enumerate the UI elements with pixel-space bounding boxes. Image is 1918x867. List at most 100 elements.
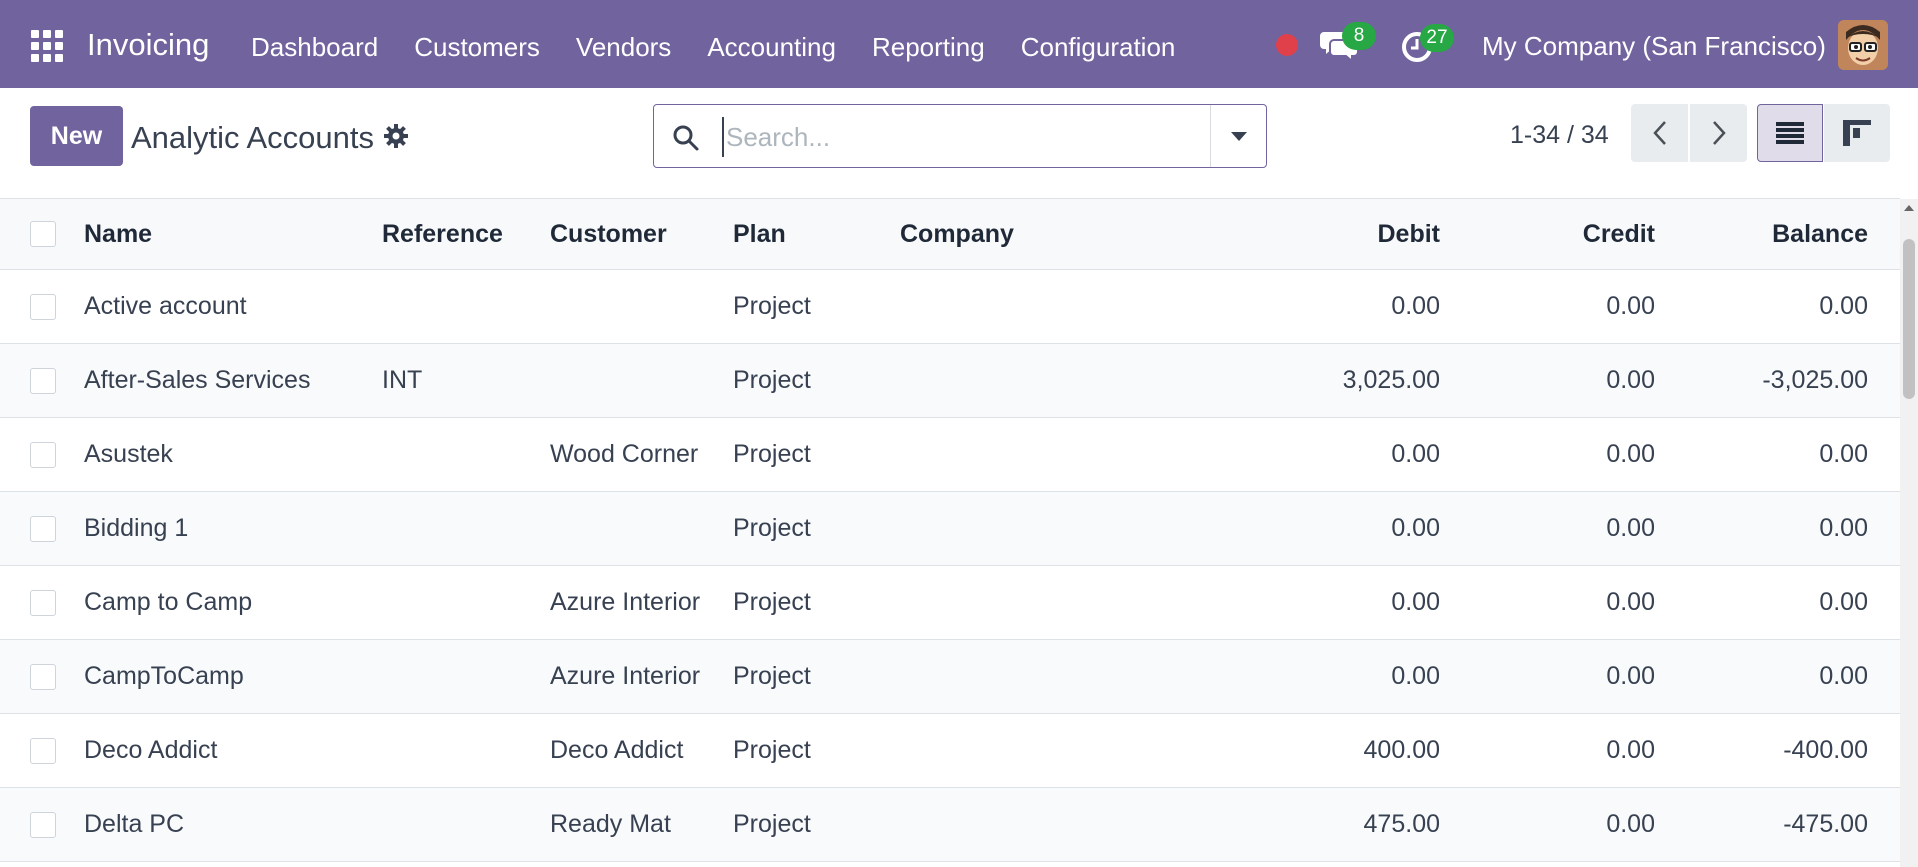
kanban-view-button[interactable] <box>1824 104 1890 162</box>
menu-accounting[interactable]: Accounting <box>707 32 836 63</box>
cell-credit: 0.00 <box>1606 736 1655 764</box>
pager-value[interactable]: 1-34 / 34 <box>1510 121 1609 150</box>
search-icon <box>672 124 700 152</box>
column-header-name[interactable]: Name <box>84 199 152 269</box>
table-row[interactable]: CampToCamp Azure Interior Project 0.00 0… <box>0 640 1900 714</box>
search-input[interactable] <box>722 117 1202 157</box>
list-view-icon <box>1776 122 1804 144</box>
cell-plan: Project <box>733 366 811 394</box>
menu-dashboard[interactable]: Dashboard <box>251 32 378 63</box>
cell-credit: 0.00 <box>1606 588 1655 616</box>
user-avatar[interactable] <box>1838 20 1888 70</box>
menu-configuration[interactable]: Configuration <box>1021 32 1176 63</box>
cell-plan: Project <box>733 588 811 616</box>
table-row[interactable]: Camp to Camp Azure Interior Project 0.00… <box>0 566 1900 640</box>
scroll-up-arrow-icon[interactable] <box>1904 205 1914 211</box>
cell-balance: 0.00 <box>1819 588 1868 616</box>
table-row[interactable]: Bidding 1 Project 0.00 0.00 0.00 <box>0 492 1900 566</box>
analytic-accounts-table: Name Reference Customer Plan Company Deb… <box>0 199 1900 862</box>
cell-customer: Deco Addict <box>550 736 684 764</box>
table-row[interactable]: Delta PC Ready Mat Project 475.00 0.00 -… <box>0 788 1900 862</box>
pager-previous-button[interactable] <box>1631 104 1688 162</box>
row-checkbox[interactable] <box>30 441 56 468</box>
recording-indicator-icon[interactable] <box>1276 34 1298 56</box>
company-switcher[interactable]: My Company (San Francisco) <box>1482 31 1826 62</box>
cell-credit: 0.00 <box>1606 514 1655 542</box>
menu-vendors[interactable]: Vendors <box>576 32 671 63</box>
cell-debit: 0.00 <box>1391 440 1440 468</box>
menu-reporting[interactable]: Reporting <box>872 32 985 63</box>
messages-count-badge: 8 <box>1342 22 1376 50</box>
cell-debit: 475.00 <box>1363 810 1440 838</box>
pager-next-button[interactable] <box>1690 104 1747 162</box>
cell-credit: 0.00 <box>1606 662 1655 690</box>
cell-customer: Ready Mat <box>550 810 671 838</box>
table-row[interactable]: Active account Project 0.00 0.00 0.00 <box>0 270 1900 344</box>
cell-name: Active account <box>84 292 247 320</box>
page-title: Analytic Accounts <box>131 120 374 155</box>
app-name[interactable]: Invoicing <box>87 27 209 63</box>
table-row[interactable]: Deco Addict Deco Addict Project 400.00 0… <box>0 714 1900 788</box>
row-checkbox[interactable] <box>30 293 56 320</box>
column-header-company[interactable]: Company <box>900 199 1014 269</box>
search-options-toggle[interactable] <box>1210 105 1266 167</box>
vertical-scrollbar[interactable] <box>1900 199 1918 867</box>
cell-credit: 0.00 <box>1606 292 1655 320</box>
row-checkbox[interactable] <box>30 589 56 616</box>
caret-down-icon <box>1230 131 1247 141</box>
table-row[interactable]: Asustek Wood Corner Project 0.00 0.00 0.… <box>0 418 1900 492</box>
select-all-checkbox[interactable] <box>30 221 56 247</box>
cell-name: Deco Addict <box>84 736 218 764</box>
cell-balance: -475.00 <box>1783 810 1868 838</box>
cell-customer: Azure Interior <box>550 662 701 690</box>
table-row[interactable]: After-Sales Services INT Project 3,025.0… <box>0 344 1900 418</box>
cell-name: Bidding 1 <box>84 514 189 542</box>
cell-balance: -3,025.00 <box>1762 366 1868 394</box>
chevron-right-icon <box>1712 121 1726 145</box>
cell-plan: Project <box>733 292 811 320</box>
cell-balance: -400.00 <box>1783 736 1868 764</box>
cell-debit: 400.00 <box>1363 736 1440 764</box>
cell-credit: 0.00 <box>1606 366 1655 394</box>
menu-customers[interactable]: Customers <box>414 32 540 63</box>
cell-debit: 0.00 <box>1391 292 1440 320</box>
column-header-credit[interactable]: Credit <box>1583 199 1655 269</box>
activities-icon[interactable]: 27 <box>1400 24 1454 64</box>
cell-debit: 0.00 <box>1391 662 1440 690</box>
new-button[interactable]: New <box>30 106 123 166</box>
cell-balance: 0.00 <box>1819 662 1868 690</box>
column-header-customer[interactable]: Customer <box>550 199 667 269</box>
scrollbar-thumb[interactable] <box>1903 239 1915 399</box>
row-checkbox[interactable] <box>30 663 56 690</box>
cell-balance: 0.00 <box>1819 292 1868 320</box>
messages-icon[interactable]: 8 <box>1320 22 1376 64</box>
cell-plan: Project <box>733 440 811 468</box>
gear-icon[interactable] <box>383 123 409 149</box>
cell-credit: 0.00 <box>1606 810 1655 838</box>
row-checkbox[interactable] <box>30 515 56 542</box>
cell-plan: Project <box>733 514 811 542</box>
apps-grid-icon[interactable] <box>31 30 63 62</box>
table-header: Name Reference Customer Plan Company Deb… <box>0 199 1900 270</box>
cell-credit: 0.00 <box>1606 440 1655 468</box>
cell-name: Delta PC <box>84 810 185 838</box>
cell-customer: Azure Interior <box>550 588 701 616</box>
column-header-debit[interactable]: Debit <box>1378 199 1441 269</box>
chevron-left-icon <box>1652 121 1666 145</box>
row-checkbox[interactable] <box>30 811 56 838</box>
list-view-button[interactable] <box>1757 104 1823 162</box>
column-header-plan[interactable]: Plan <box>733 199 786 269</box>
kanban-view-icon <box>1843 120 1871 146</box>
top-navbar: Invoicing Dashboard Customers Vendors Ac… <box>0 0 1918 88</box>
row-checkbox[interactable] <box>30 737 56 764</box>
cell-reference: INT <box>382 366 423 394</box>
column-header-balance[interactable]: Balance <box>1772 199 1868 269</box>
column-header-reference[interactable]: Reference <box>382 199 503 269</box>
cell-debit: 3,025.00 <box>1342 366 1440 394</box>
cell-balance: 0.00 <box>1819 514 1868 542</box>
cell-name: Asustek <box>84 440 173 468</box>
cell-balance: 0.00 <box>1819 440 1868 468</box>
cell-name: After-Sales Services <box>84 366 311 394</box>
activities-count-badge: 27 <box>1420 24 1454 52</box>
row-checkbox[interactable] <box>30 367 56 394</box>
